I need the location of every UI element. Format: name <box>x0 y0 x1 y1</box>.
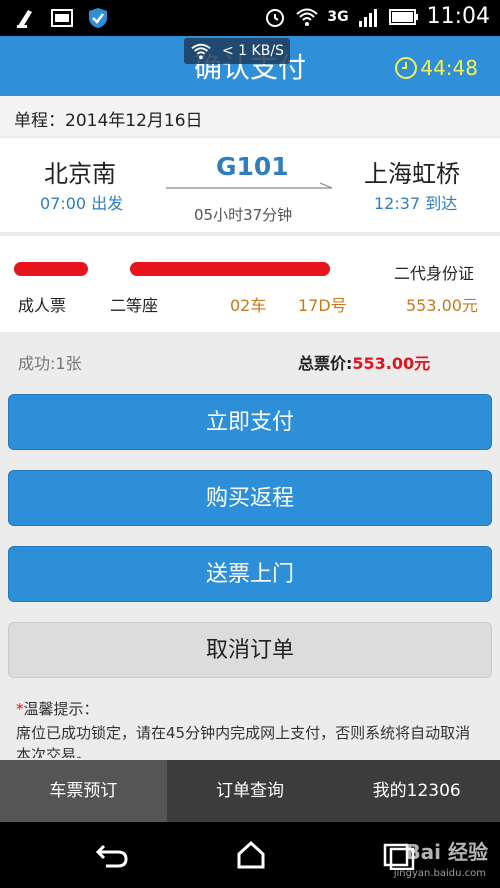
home-icon[interactable] <box>236 840 266 870</box>
arrival-station: 上海虹桥 <box>364 160 460 188</box>
buy-return-button[interactable]: 购买返程 <box>8 470 492 526</box>
tips-title: *温馨提示： <box>16 698 99 719</box>
total-price-label: 总票价: <box>298 354 353 373</box>
system-nav-bar: Bai 经验 jingyan.baidu.com <box>0 822 500 888</box>
network-speed: < 1 KB/S <box>222 43 284 59</box>
departure-time: 07:00 出发 <box>40 194 124 213</box>
order-summary: 成功:1张 总票价:553.00元 <box>0 346 500 376</box>
back-icon[interactable] <box>94 840 130 870</box>
passenger-card: 二代身份证 成人票 二等座 02车 17D号 553.00元 <box>0 236 500 332</box>
tips-star: * <box>16 700 24 718</box>
trip-date-row: 单程：2014年12月16日 <box>0 96 500 136</box>
id-type: 二代身份证 <box>394 264 475 283</box>
train-number: G101 <box>216 152 289 181</box>
ticket-type: 成人票 <box>18 296 67 315</box>
watermark-logo: Bai 经验 <box>405 840 488 864</box>
shield-icon <box>89 8 107 28</box>
tab-ticket-booking[interactable]: 车票预订 <box>0 760 167 822</box>
gallery-icon <box>51 9 73 27</box>
wifi-icon <box>191 43 211 60</box>
success-count: 成功:1张 <box>18 354 82 373</box>
redacted-id-number <box>130 262 330 276</box>
tips-text: 席位已成功锁定，请在45分钟内完成网上支付，否则系统将自动取消本次交易。 <box>16 724 471 758</box>
cancel-order-button[interactable]: 取消订单 <box>8 622 492 678</box>
network-speed-badge: < 1 KB/S <box>184 38 290 64</box>
tab-my-12306[interactable]: 我的12306 <box>333 760 500 822</box>
payment-countdown: 44:48 <box>394 56 478 80</box>
route-arrow-icon <box>166 182 333 189</box>
train-info-card: 北京南 07:00 出发 G101 05小时37分钟 上海虹桥 12:37 到达 <box>0 138 500 232</box>
wifi-icon <box>296 8 319 26</box>
ticket-price: 553.00元 <box>406 296 478 315</box>
tab-order-query[interactable]: 订单查询 <box>167 760 334 822</box>
total-price-value: 553.00元 <box>352 354 431 373</box>
trip-duration: 05小时37分钟 <box>194 206 293 224</box>
tips-title-text: 温馨提示： <box>23 700 99 718</box>
title-bar: 确认支付 < 1 KB/S 44:48 <box>0 36 500 96</box>
ticket-delivery-button[interactable]: 送票上门 <box>8 546 492 602</box>
watermark-url: jingyan.baidu.com <box>393 868 486 879</box>
arrival-time: 12:37 到达 <box>374 194 458 213</box>
departure-station: 北京南 <box>44 160 116 188</box>
battery-icon <box>388 8 418 25</box>
seat-class: 二等座 <box>110 296 159 315</box>
redacted-name <box>14 262 88 276</box>
alarm-icon <box>266 8 285 27</box>
trip-date: 单程：2014年12月16日 <box>14 111 203 131</box>
clock: 11:04 <box>426 4 490 29</box>
seat-number: 17D号 <box>298 296 347 315</box>
total-price: 总票价:553.00元 <box>298 350 430 374</box>
clock-icon <box>395 57 418 79</box>
cleaner-icon <box>17 10 32 28</box>
network-type: 3G <box>327 8 349 25</box>
status-bar: 3G 11:04 <box>0 0 500 36</box>
signal-icon <box>358 8 377 27</box>
bottom-tab-bar: 车票预订 订单查询 我的12306 <box>0 760 500 822</box>
countdown-time: 44:48 <box>420 56 478 80</box>
pay-now-button[interactable]: 立即支付 <box>8 394 492 450</box>
car-number: 02车 <box>230 296 267 315</box>
